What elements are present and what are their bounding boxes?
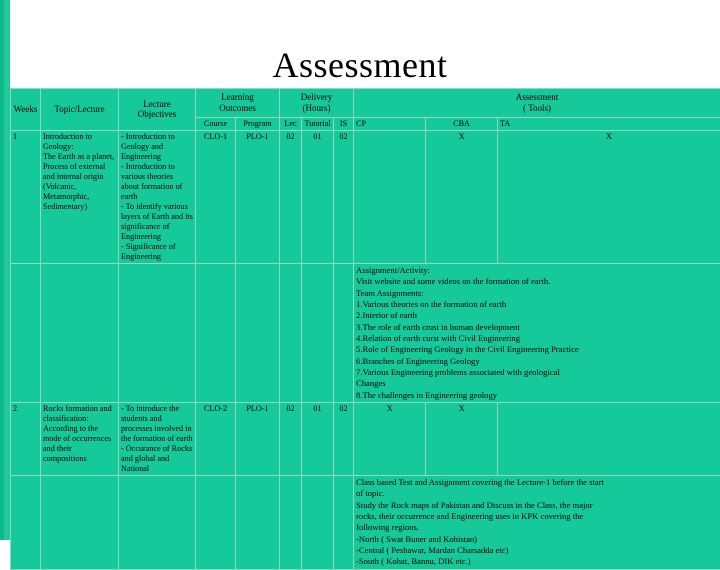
cell-cp: X	[354, 403, 426, 476]
cell-lec-blank	[280, 476, 302, 570]
cell-course-blank	[196, 476, 236, 570]
table-row: 1 Introduction to Geology: The Earth as …	[11, 130, 720, 263]
cell-cp	[354, 130, 426, 263]
cell-is: 02	[334, 130, 354, 263]
table-row: 2 Rocks formation and classification: Ac…	[11, 403, 720, 476]
header-learning-outcomes-line1: Learning	[198, 92, 277, 103]
subheader-program: Program	[236, 117, 280, 130]
header-lecture-objectives-line2: Objectives	[121, 109, 193, 120]
cell-cba: X	[426, 403, 498, 476]
cell-ta	[498, 403, 720, 476]
cell-topic-blank	[41, 476, 119, 570]
cell-week: 2	[11, 403, 41, 476]
header-assessment-tools: Assessment ( Tools)	[354, 89, 720, 118]
page-title: Assessment	[0, 44, 720, 86]
subheader-lec: Lec	[280, 117, 302, 130]
cell-program-outcome: PLO-1	[236, 403, 280, 476]
cell-is-blank	[334, 263, 354, 402]
cell-tutorial: 01	[302, 130, 334, 263]
subheader-is: IS	[334, 117, 354, 130]
cell-topic: Introduction to Geology: The Earth as a …	[41, 130, 119, 263]
table-row-assessment-detail: Assignment/Activity:Visit website and so…	[11, 263, 720, 402]
cell-objectives-blank	[119, 476, 196, 570]
cell-week-blank	[11, 476, 41, 570]
cell-course-outcome: CLO-1	[196, 130, 236, 263]
subheader-tutorial: Tutorial	[302, 117, 334, 130]
cell-program-outcome: PLO-1	[236, 130, 280, 263]
subheader-ta: TA	[498, 117, 720, 130]
header-assessment-line2: ( Tools)	[356, 103, 718, 114]
header-lecture-objectives-line1: Lecture	[121, 99, 193, 110]
cell-lec: 02	[280, 130, 302, 263]
cell-is: 02	[334, 403, 354, 476]
header-weeks: Weeks	[11, 89, 41, 131]
cell-week: 1	[11, 130, 41, 263]
cell-course-outcome: CLO-2	[196, 403, 236, 476]
assessment-table: Weeks Topic/Lecture Lecture Objectives L…	[10, 88, 720, 570]
cell-cba: X	[426, 130, 498, 263]
cell-lec-blank	[280, 263, 302, 402]
subheader-course: Course	[196, 117, 236, 130]
subheader-cp: CP	[354, 117, 426, 130]
cell-week-blank	[11, 263, 41, 402]
header-delivery-line2: (Hours)	[282, 103, 351, 114]
header-topic-lecture: Topic/Lecture	[41, 89, 119, 131]
header-delivery-hours: Delivery (Hours)	[280, 89, 354, 118]
cell-program-blank	[236, 476, 280, 570]
cell-is-blank	[334, 476, 354, 570]
cell-tutorial-blank	[302, 263, 334, 402]
cell-assessment-detail: Class based Test and Assignment covering…	[354, 476, 720, 570]
table-header-row-main: Weeks Topic/Lecture Lecture Objectives L…	[11, 89, 720, 118]
cell-topic-blank	[41, 263, 119, 402]
cell-course-blank	[196, 263, 236, 402]
cell-objectives: - To introduce the students and processe…	[119, 403, 196, 476]
header-lecture-objectives: Lecture Objectives	[119, 89, 196, 131]
cell-assessment-detail: Assignment/Activity:Visit website and so…	[354, 263, 720, 402]
cell-ta: X	[498, 130, 720, 263]
header-learning-outcomes-line2: Outcomes	[198, 103, 277, 114]
cell-objectives: - Introduction to Geology and Engineerin…	[119, 130, 196, 263]
cell-tutorial-blank	[302, 476, 334, 570]
cell-objectives-blank	[119, 263, 196, 402]
cell-lec: 02	[280, 403, 302, 476]
cell-program-blank	[236, 263, 280, 402]
header-learning-outcomes: Learning Outcomes	[196, 89, 280, 118]
subheader-cba: CBA	[426, 117, 498, 130]
header-delivery-line1: Delivery	[282, 92, 351, 103]
cell-tutorial: 01	[302, 403, 334, 476]
cell-topic: Rocks formation and classification: Acco…	[41, 403, 119, 476]
header-assessment-line1: Assessment	[356, 92, 718, 103]
table-row-assessment-detail: Class based Test and Assignment covering…	[11, 476, 720, 570]
